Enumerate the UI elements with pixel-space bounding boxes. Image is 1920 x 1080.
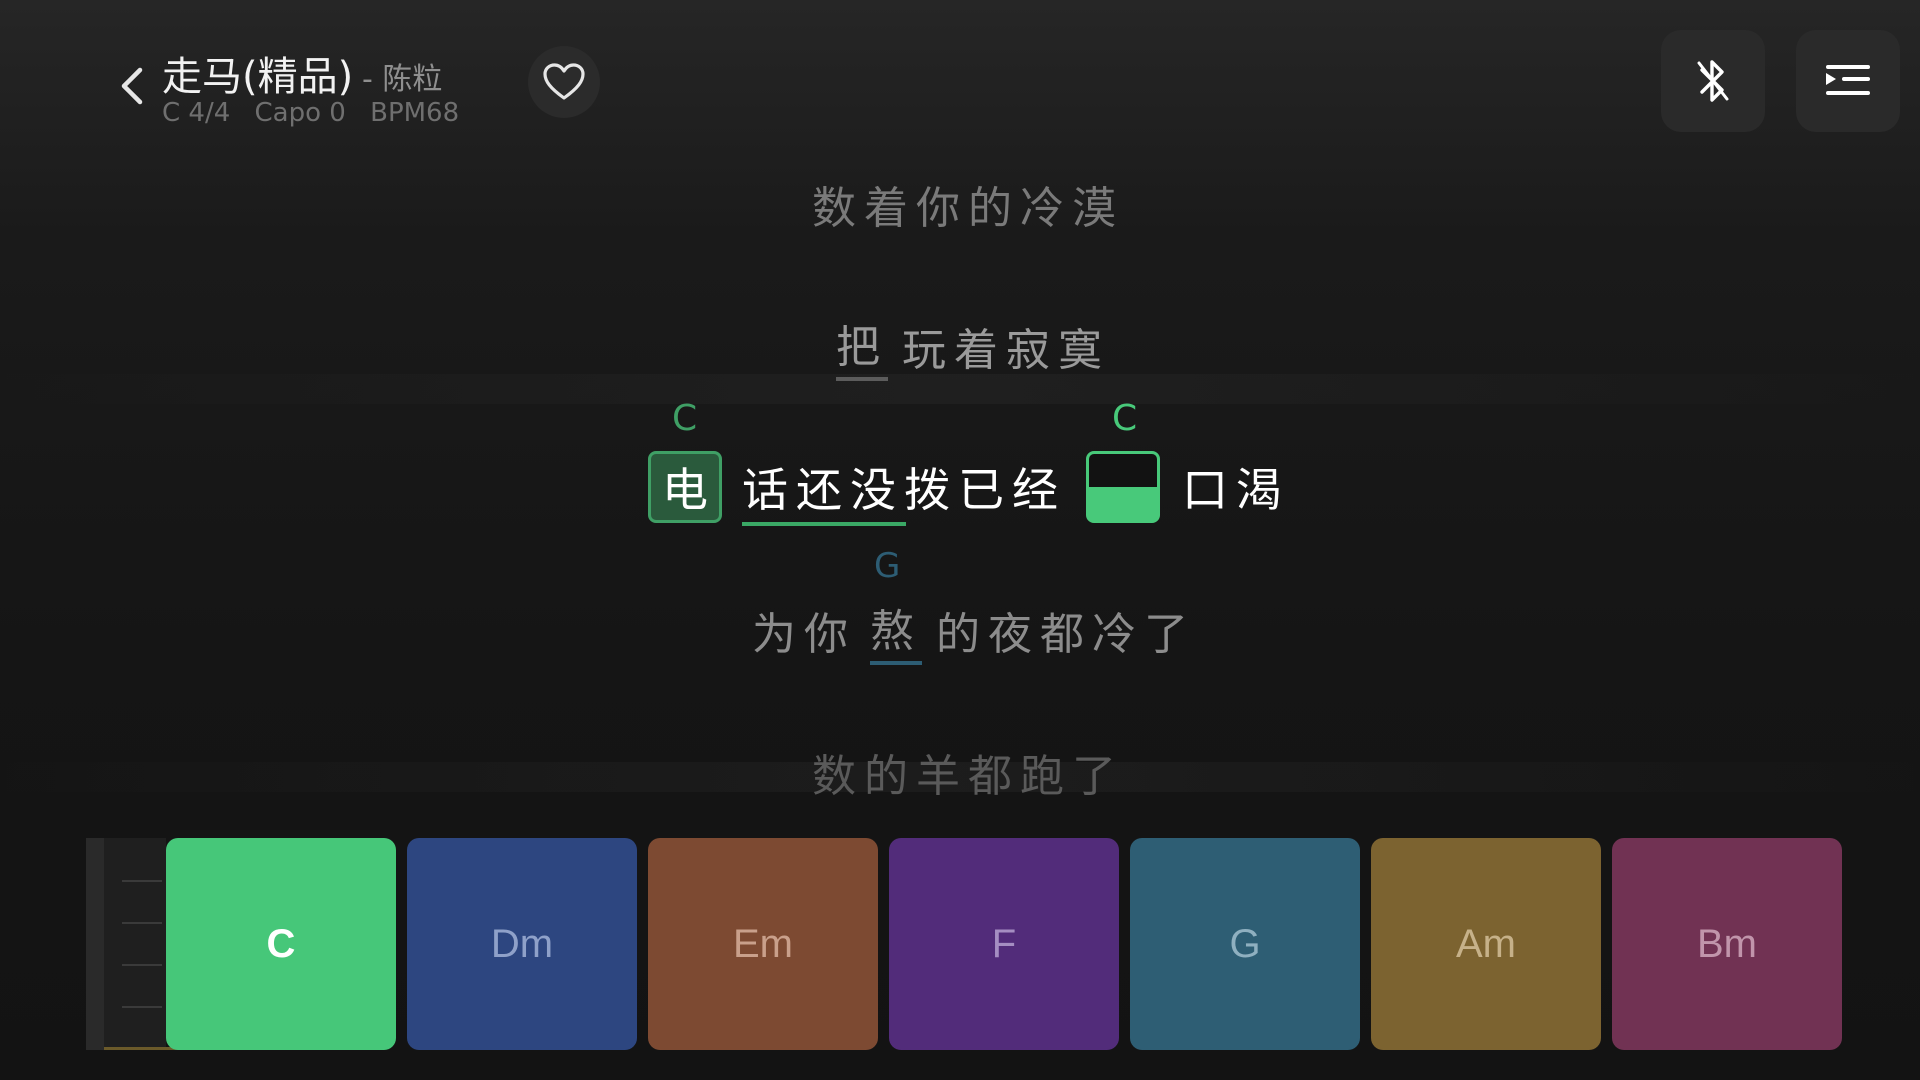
lyric-text: 话还没拨已经 bbox=[742, 463, 1066, 517]
bluetooth-button[interactable] bbox=[1661, 30, 1765, 132]
lyric-line-previous-1: 把 玩着寂寞 bbox=[836, 316, 1110, 381]
song-meta: C 4/4 Capo 0 BPM68 bbox=[162, 98, 475, 128]
lyric-text-remaining: 口渴 bbox=[1182, 463, 1290, 517]
chord-pad-row: C Dm Em F G Am Bm bbox=[166, 838, 1842, 1050]
playlist-icon bbox=[1826, 65, 1870, 95]
lyric-char-in-progress bbox=[1086, 451, 1160, 523]
lyric-text: 玩着寂寞 bbox=[902, 325, 1110, 376]
lyric-line-next-1: 为你 熬 的夜都冷了 bbox=[752, 600, 1196, 665]
chord-pad-em[interactable]: Em bbox=[648, 838, 878, 1050]
chord-pad-g[interactable]: G bbox=[1130, 838, 1360, 1050]
playlist-button[interactable] bbox=[1796, 30, 1900, 132]
heart-icon bbox=[543, 63, 585, 100]
song-title: 走马(精品) bbox=[162, 54, 354, 100]
back-button[interactable] bbox=[112, 56, 156, 116]
lyric-text-current: 话还没拨已经 bbox=[742, 454, 1066, 526]
chord-label-upcoming: G bbox=[874, 546, 901, 586]
fret-line bbox=[122, 880, 162, 882]
bpm-value: BPM68 bbox=[370, 98, 460, 128]
fret-strip bbox=[86, 838, 184, 1050]
lyric-chord-marked-char: 把 bbox=[836, 311, 888, 381]
artist-name: - 陈粒 bbox=[362, 62, 443, 97]
chord-label-current: C bbox=[1112, 398, 1138, 439]
key-signature: C 4/4 bbox=[162, 98, 231, 128]
progress-underline bbox=[742, 522, 906, 526]
fret-line bbox=[122, 1006, 162, 1008]
chord-pad-bm[interactable]: Bm bbox=[1612, 838, 1842, 1050]
fret-line bbox=[122, 964, 162, 966]
lyric-line-current: 电 话还没拨已经 口渴 bbox=[648, 450, 1290, 526]
bluetooth-icon bbox=[1697, 60, 1729, 102]
lyric-chord-marked-char: 熬 bbox=[870, 595, 922, 665]
capo-value: Capo 0 bbox=[254, 98, 346, 128]
chevron-left-icon bbox=[121, 67, 143, 105]
fret-line bbox=[122, 922, 162, 924]
lyric-text: 为你 bbox=[752, 609, 856, 660]
lyric-line-previous-2: 数着你的冷漠 bbox=[812, 183, 1124, 234]
chord-pad-f[interactable]: F bbox=[889, 838, 1119, 1050]
favorite-button[interactable] bbox=[528, 46, 600, 118]
chord-pad-dm[interactable]: Dm bbox=[407, 838, 637, 1050]
app-root: 走马(精品) - 陈粒 C 4/4 Capo 0 BPM68 数着你的冷漠 把 … bbox=[0, 0, 1920, 1080]
lyric-line-next-2: 数的羊都跑了 bbox=[812, 751, 1124, 802]
lyric-char-played: 电 bbox=[648, 451, 722, 523]
chord-pad-am[interactable]: Am bbox=[1371, 838, 1601, 1050]
lyric-text: 的夜都冷了 bbox=[936, 609, 1196, 660]
chord-pad-c[interactable]: C bbox=[166, 838, 396, 1050]
chord-label-played: C bbox=[672, 398, 698, 439]
background-band bbox=[0, 374, 1920, 404]
